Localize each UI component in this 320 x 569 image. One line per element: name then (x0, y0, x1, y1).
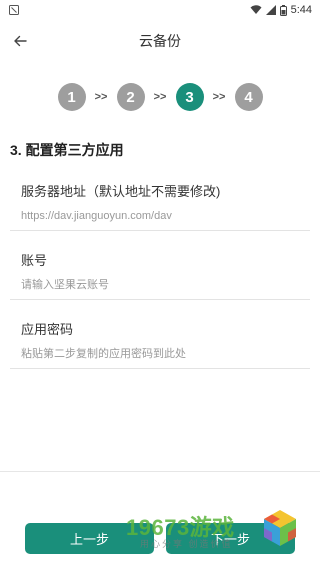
step-4: 4 (234, 83, 263, 111)
account-label: 账号 (21, 253, 48, 268)
status-bar: 5:44 (0, 0, 320, 20)
server-address-field: 服务器地址（默认地址不需要修改) https://dav.jianguoyun.… (10, 181, 310, 231)
account-input[interactable]: 请输入坚果云账号 (10, 277, 310, 300)
arrow-left-icon (14, 35, 27, 47)
step-separator: >> (153, 91, 167, 103)
step-3-active: 3 (175, 83, 204, 111)
notification-icon (8, 4, 20, 16)
app-bar: 云备份 (0, 22, 320, 60)
next-step-button[interactable]: 下一步 (166, 523, 295, 554)
signal-icon (265, 5, 276, 15)
section-title: 3. 配置第三方应用 (10, 142, 124, 158)
battery-icon (279, 4, 287, 16)
app-password-input[interactable]: 粘贴第二步复制的应用密码到此处 (10, 346, 310, 369)
app-password-field: 应用密码 粘贴第二步复制的应用密码到此处 (10, 319, 310, 369)
app-password-label: 应用密码 (21, 322, 74, 337)
server-address-label: 服务器地址（默认地址不需要修改) (21, 184, 221, 199)
status-time: 5:44 (290, 4, 312, 16)
page-title: 云备份 (139, 33, 181, 49)
previous-step-button[interactable]: 上一步 (25, 523, 154, 554)
step-2: 2 (116, 83, 145, 111)
stepper: 1 >> 2 >> 3 >> 4 (0, 82, 320, 112)
step-separator: >> (94, 91, 108, 103)
divider (0, 471, 320, 472)
step-1: 1 (57, 83, 86, 111)
server-address-input[interactable]: https://dav.jianguoyun.com/dav (10, 208, 310, 231)
step-separator: >> (212, 91, 226, 103)
account-field: 账号 请输入坚果云账号 (10, 250, 310, 300)
back-button[interactable] (6, 27, 34, 55)
wifi-icon (250, 5, 262, 15)
